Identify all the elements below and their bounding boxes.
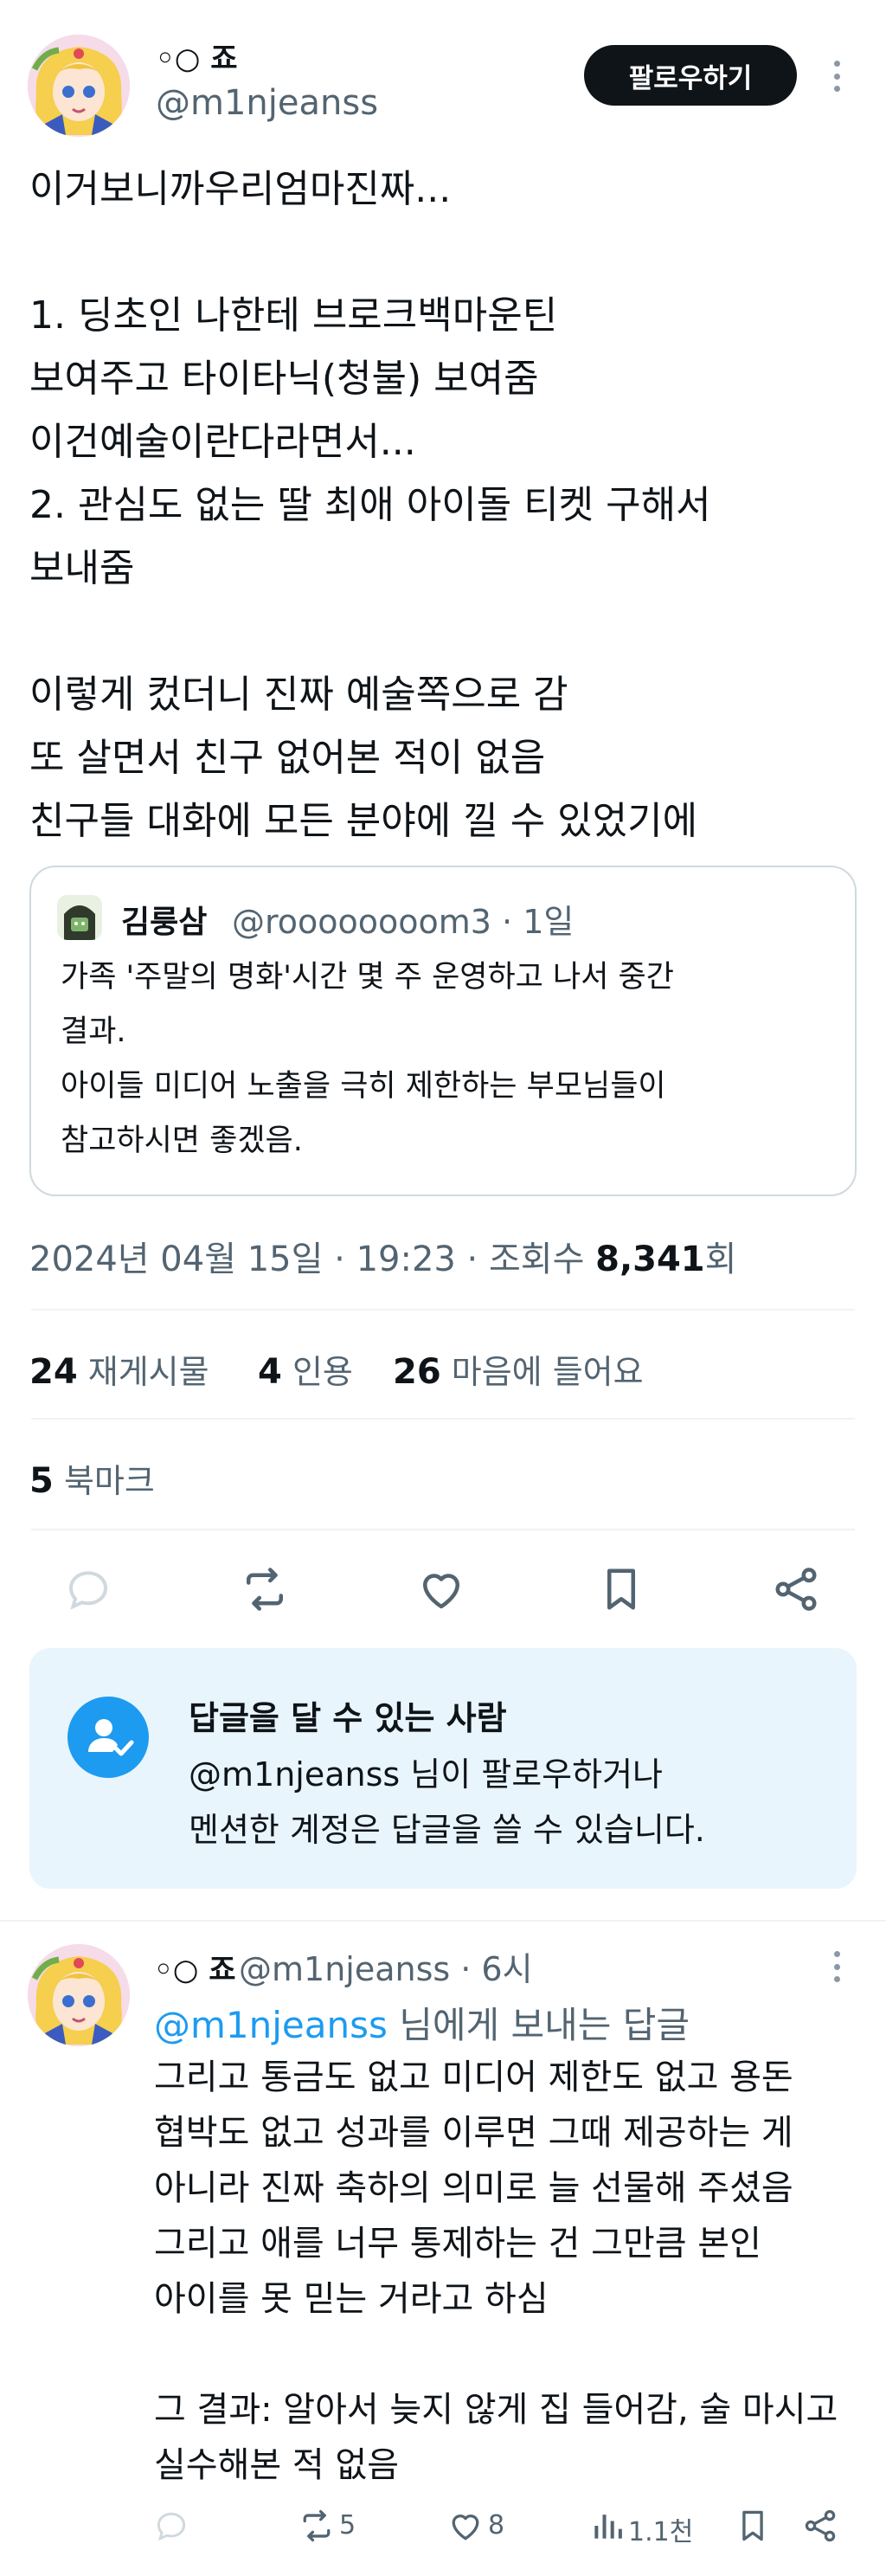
tweet-datetime: 2024년 04월 15일 · 19:23 · 조회수 xyxy=(29,1240,596,1279)
reply-share-icon[interactable] xyxy=(801,2507,839,2545)
bookmarks-label: 북마크 xyxy=(63,1462,155,1500)
reply-reply-icon[interactable] xyxy=(152,2507,190,2545)
follow-button[interactable]: 팔로우하기 xyxy=(584,45,797,106)
heart-icon[interactable] xyxy=(415,1563,467,1615)
retweet-icon[interactable] xyxy=(239,1563,291,1615)
reply-retweet-count: 5 xyxy=(339,2510,356,2541)
tweet-text: 이거보니까우리엄마진짜... 1. 딩초인 나한테 브로크백마운틴 보여주고 타… xyxy=(29,167,711,843)
reply-views-icon[interactable] xyxy=(588,2507,626,2545)
reply-author-name[interactable]: ◦○ 죠 xyxy=(154,1946,236,1988)
reply-permission-box: 답글을 달 수 있는 사람 @m1njeanss 님이 팔로우하거나 멘션한 계… xyxy=(29,1648,857,1889)
author-avatar[interactable] xyxy=(28,35,130,137)
reply-more-options-icon[interactable] xyxy=(831,1951,842,1982)
bookmarks-stat[interactable]: 5 북마크 xyxy=(29,1454,155,1502)
reply-like-count: 8 xyxy=(488,2510,505,2541)
reply-permission-title: 답글을 달 수 있는 사람 xyxy=(189,1699,507,1737)
reply-to-line: @m1njeanss 님에게 보내는 답글 xyxy=(154,1996,690,2049)
view-count-suffix: 회 xyxy=(704,1240,737,1279)
quote-text: 가족 '주말의 명화'시간 몇 주 운영하고 나서 중간 결과. 아이들 미디어… xyxy=(61,960,674,1158)
tweet-meta: 2024년 04월 15일 · 19:23 · 조회수 8,341회 xyxy=(29,1231,736,1281)
bookmark-icon[interactable] xyxy=(595,1563,647,1615)
reply-retweet-icon[interactable] xyxy=(298,2507,336,2545)
reply-heart-icon[interactable] xyxy=(446,2507,485,2545)
retweets-stat[interactable]: 24 재게시물 xyxy=(29,1345,209,1393)
quotes-label: 인용 xyxy=(292,1353,353,1391)
quote-author-handle-time: @roooooooom3 · 1일 xyxy=(232,903,575,941)
divider xyxy=(0,1920,886,1922)
divider xyxy=(31,1418,855,1420)
reply-text: 그리고 통금도 없고 미디어 제한도 없고 용돈 협박도 없고 성과를 이루면 … xyxy=(154,2058,838,2485)
reply-bookmark-icon[interactable] xyxy=(734,2507,772,2545)
likes-count: 26 xyxy=(393,1352,441,1392)
retweets-count: 24 xyxy=(29,1352,78,1392)
reply-icon[interactable] xyxy=(62,1563,114,1615)
divider xyxy=(31,1529,855,1530)
quoted-tweet-card[interactable]: 김룽삼 @roooooooom3 · 1일 가족 '주말의 명화'시간 몇 주 … xyxy=(29,866,857,1196)
user-check-icon xyxy=(67,1697,149,1778)
reply-to-mention[interactable]: @m1njeanss xyxy=(154,2004,388,2046)
quotes-count: 4 xyxy=(258,1352,282,1392)
reply-permission-description: @m1njeanss 님이 팔로우하거나 멘션한 계정은 답글을 쓸 수 있습니… xyxy=(189,1755,705,1849)
likes-stat[interactable]: 26 마음에 들어요 xyxy=(393,1345,644,1393)
reply-to-suffix: 님에게 보내는 답글 xyxy=(387,2004,690,2046)
more-options-icon[interactable] xyxy=(831,61,842,92)
reply-views-count: 1.1천 xyxy=(628,2517,694,2547)
author-name[interactable]: ◦○ 죠 xyxy=(156,35,238,77)
reply-author-avatar[interactable] xyxy=(28,1944,130,2046)
bookmarks-count: 5 xyxy=(29,1461,54,1501)
divider xyxy=(31,1309,855,1311)
quotes-stat[interactable]: 4 인용 xyxy=(258,1345,353,1393)
quote-author-avatar xyxy=(57,895,102,940)
view-count: 8,341 xyxy=(595,1240,705,1279)
reply-author-handle-time[interactable]: @m1njeanss · 6시 xyxy=(239,1942,533,1990)
retweets-label: 재게시물 xyxy=(87,1353,209,1391)
likes-label: 마음에 들어요 xyxy=(451,1353,644,1391)
quote-author-name: 김룽삼 xyxy=(121,905,208,940)
share-icon[interactable] xyxy=(770,1563,822,1615)
author-handle[interactable]: @m1njeanss xyxy=(156,83,378,123)
